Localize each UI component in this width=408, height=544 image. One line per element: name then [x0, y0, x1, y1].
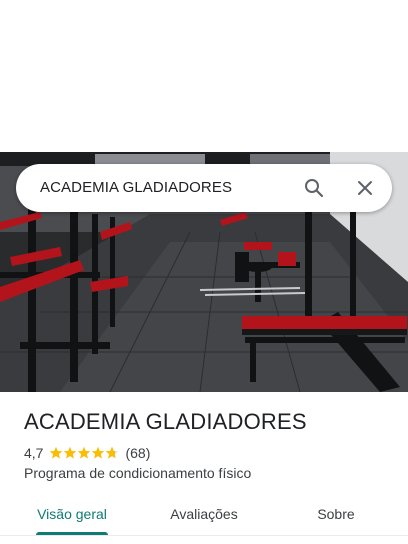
tab-divider	[0, 535, 408, 536]
place-name: ACADEMIA GLADIADORES	[24, 409, 307, 434]
tab-reviews[interactable]: Avaliações	[132, 494, 276, 534]
tab-overview[interactable]: Visão geral	[0, 494, 144, 534]
rating-value: 4,7	[24, 445, 44, 461]
star-rating	[49, 446, 119, 460]
search-bar[interactable]: ACADEMIA GLADIADORES	[16, 164, 392, 212]
reviews-count[interactable]: (68)	[125, 445, 150, 461]
place-category[interactable]: Programa de condicionamento físico	[24, 464, 251, 482]
top-blank-area	[0, 0, 408, 152]
search-icon[interactable]	[302, 176, 326, 200]
search-input[interactable]: ACADEMIA GLADIADORES	[40, 164, 232, 212]
tab-about[interactable]: Sobre	[264, 494, 408, 534]
stars-icon	[50, 446, 119, 459]
rating-row[interactable]: 4,7 (68)	[24, 443, 150, 463]
place-tabs: Visão geral Avaliações Sobre	[0, 494, 408, 536]
close-icon[interactable]	[353, 176, 377, 200]
